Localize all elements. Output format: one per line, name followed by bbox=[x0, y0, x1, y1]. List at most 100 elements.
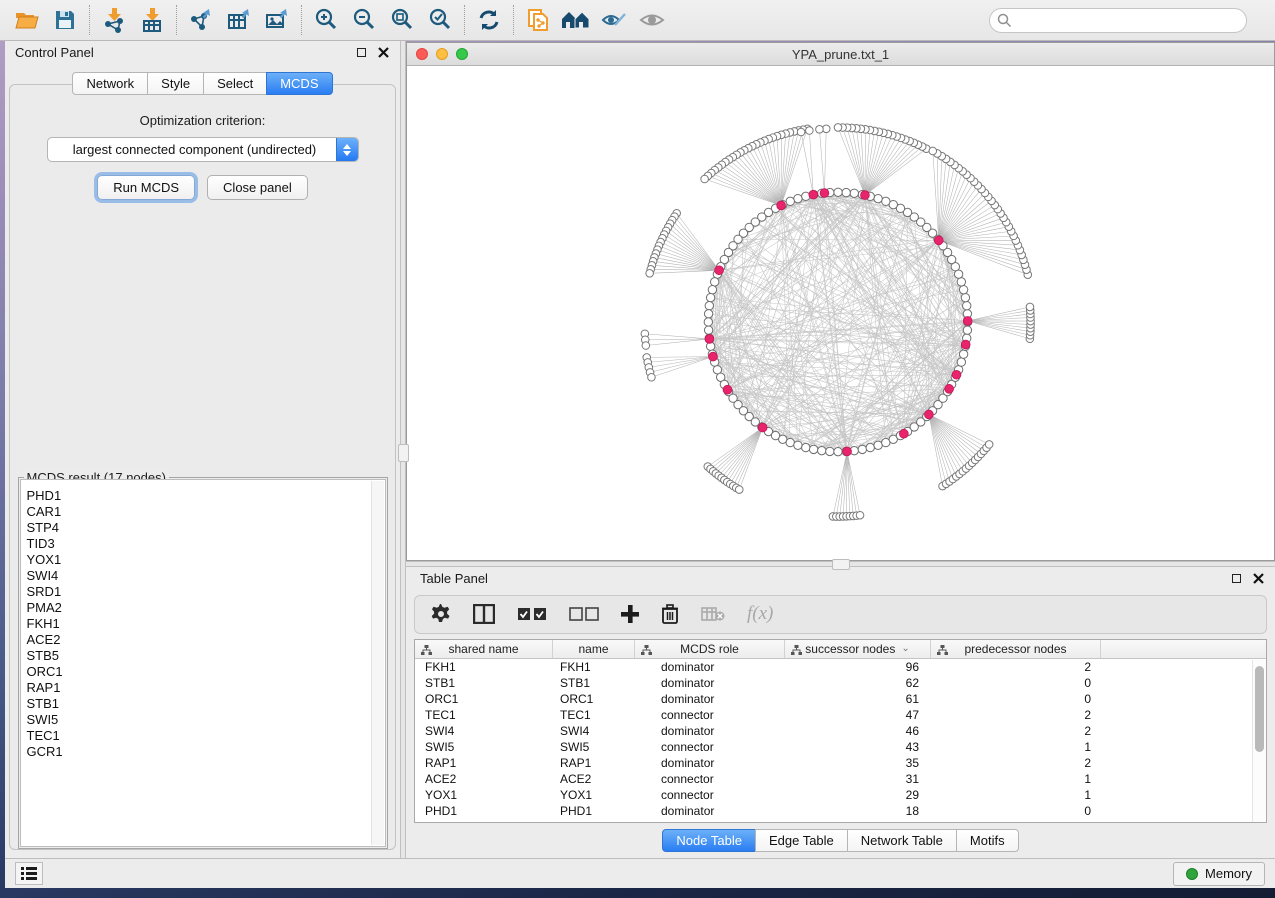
table-scrollbar-thumb[interactable] bbox=[1255, 666, 1264, 752]
import-table-button[interactable] bbox=[133, 3, 171, 37]
vertical-split-divider[interactable] bbox=[400, 41, 406, 858]
open-file-button[interactable] bbox=[8, 3, 46, 37]
float-table-panel-icon[interactable] bbox=[1230, 572, 1243, 585]
result-list-item[interactable]: STB5 bbox=[27, 648, 385, 664]
select-all-checkboxes-icon[interactable] bbox=[517, 607, 547, 621]
column-header-MCDS-role[interactable]: MCDS role bbox=[635, 640, 785, 658]
criterion-dropdown[interactable]: largest connected component (undirected) bbox=[47, 137, 359, 162]
result-list-item[interactable]: SWI4 bbox=[27, 568, 385, 584]
function-builder-icon: f(x) bbox=[747, 603, 773, 625]
table-scrollbar[interactable] bbox=[1252, 660, 1266, 822]
save-session-button[interactable] bbox=[46, 3, 84, 37]
table-row[interactable]: STB1STB1dominator620 bbox=[415, 675, 1266, 691]
result-list-item[interactable]: SRD1 bbox=[27, 584, 385, 600]
export-image-button[interactable] bbox=[258, 3, 296, 37]
tree-icon bbox=[641, 644, 652, 658]
column-label: shared name bbox=[448, 642, 518, 656]
tab-network-table[interactable]: Network Table bbox=[847, 829, 957, 852]
result-list-scrollbar[interactable] bbox=[371, 481, 384, 845]
zoom-selected-button[interactable] bbox=[421, 3, 459, 37]
column-header-shared-name[interactable]: shared name bbox=[415, 640, 553, 658]
result-list-item[interactable]: TID3 bbox=[27, 536, 385, 552]
column-header-name[interactable]: name bbox=[553, 640, 635, 658]
result-list-item[interactable]: STB1 bbox=[27, 696, 385, 712]
tab-mcds[interactable]: MCDS bbox=[266, 72, 332, 95]
toolbar-separator bbox=[176, 5, 177, 35]
apply-layout-button[interactable] bbox=[470, 3, 508, 37]
column-header-predecessor-nodes[interactable]: predecessor nodes bbox=[931, 640, 1101, 658]
close-panel-icon[interactable] bbox=[377, 46, 390, 59]
table-cell: 47 bbox=[785, 708, 931, 722]
toggle-graphics-details-button[interactable] bbox=[595, 3, 633, 37]
result-list-item[interactable]: TEC1 bbox=[27, 728, 385, 744]
result-list-item[interactable]: GCR1 bbox=[27, 744, 385, 760]
network-view-canvas[interactable] bbox=[407, 66, 1274, 560]
table-row[interactable]: SWI4SWI4dominator462 bbox=[415, 723, 1266, 739]
table-cell: 18 bbox=[785, 804, 931, 818]
table-cell: connector bbox=[635, 772, 785, 786]
tab-edge-table[interactable]: Edge Table bbox=[755, 829, 848, 852]
close-panel-button[interactable]: Close panel bbox=[207, 175, 308, 200]
tab-select[interactable]: Select bbox=[203, 72, 267, 95]
horizontal-split-divider[interactable] bbox=[406, 561, 1275, 567]
tab-motifs[interactable]: Motifs bbox=[956, 829, 1019, 852]
table-settings-gear-icon[interactable] bbox=[431, 604, 451, 624]
dropdown-stepper-icon bbox=[336, 138, 358, 161]
result-list-item[interactable]: CAR1 bbox=[27, 504, 385, 520]
tab-network[interactable]: Network bbox=[72, 72, 148, 95]
table-row[interactable]: TEC1TEC1connector472 bbox=[415, 707, 1266, 723]
table-cell: 0 bbox=[931, 692, 1101, 706]
network-window-titlebar[interactable]: YPA_prune.txt_1 bbox=[407, 43, 1274, 66]
export-network-button[interactable] bbox=[182, 3, 220, 37]
maximize-window-icon[interactable] bbox=[456, 48, 468, 60]
deselect-all-checkboxes-icon[interactable] bbox=[569, 607, 599, 621]
tab-style[interactable]: Style bbox=[147, 72, 204, 95]
result-list-item[interactable]: YOX1 bbox=[27, 552, 385, 568]
mcds-result-list[interactable]: PHD1CAR1STP4TID3YOX1SWI4SRD1PMA2FKH1ACE2… bbox=[20, 479, 386, 847]
hide-panels-button[interactable] bbox=[633, 3, 671, 37]
table-row[interactable]: YOX1YOX1connector291 bbox=[415, 787, 1266, 803]
result-list-item[interactable]: PMA2 bbox=[27, 600, 385, 616]
result-list-item[interactable]: RAP1 bbox=[27, 680, 385, 696]
table-cell: 1 bbox=[931, 788, 1101, 802]
table-row[interactable]: RAP1RAP1dominator352 bbox=[415, 755, 1266, 771]
toolbar-separator bbox=[301, 5, 302, 35]
result-list-item[interactable]: FKH1 bbox=[27, 616, 385, 632]
table-row[interactable]: FKH1FKH1dominator962 bbox=[415, 659, 1266, 675]
clone-network-button[interactable] bbox=[519, 3, 557, 37]
search-input[interactable] bbox=[989, 8, 1247, 33]
tab-node-table[interactable]: Node Table bbox=[662, 829, 756, 852]
show-all-networks-button[interactable] bbox=[557, 3, 595, 37]
table-row[interactable]: ORC1ORC1dominator610 bbox=[415, 691, 1266, 707]
table-row[interactable]: ACE2ACE2connector311 bbox=[415, 771, 1266, 787]
show-column-panel-icon[interactable] bbox=[473, 604, 495, 624]
result-list-item[interactable]: PHD1 bbox=[27, 488, 385, 504]
task-history-button[interactable] bbox=[15, 862, 43, 885]
table-cell: 35 bbox=[785, 756, 931, 770]
float-panel-icon[interactable] bbox=[355, 46, 368, 59]
minimize-window-icon[interactable] bbox=[436, 48, 448, 60]
result-list-item[interactable]: ORC1 bbox=[27, 664, 385, 680]
close-table-panel-icon[interactable] bbox=[1252, 572, 1265, 585]
export-table-button[interactable] bbox=[220, 3, 258, 37]
result-list-item[interactable]: ACE2 bbox=[27, 632, 385, 648]
import-network-button[interactable] bbox=[95, 3, 133, 37]
run-mcds-button[interactable]: Run MCDS bbox=[97, 175, 195, 200]
result-list-item[interactable]: SWI5 bbox=[27, 712, 385, 728]
column-label: successor nodes bbox=[805, 642, 895, 656]
close-window-icon[interactable] bbox=[416, 48, 428, 60]
zoom-fit-button[interactable] bbox=[383, 3, 421, 37]
zoom-in-button[interactable] bbox=[307, 3, 345, 37]
vertical-split-grip[interactable] bbox=[398, 444, 409, 462]
table-cell: 29 bbox=[785, 788, 931, 802]
result-list-item[interactable]: STP4 bbox=[27, 520, 385, 536]
table-row[interactable]: PHD1PHD1dominator180 bbox=[415, 803, 1266, 819]
memory-button[interactable]: Memory bbox=[1173, 862, 1265, 886]
add-column-icon[interactable] bbox=[621, 605, 639, 623]
table-row[interactable]: SWI5SWI5connector431 bbox=[415, 739, 1266, 755]
delete-column-icon[interactable] bbox=[661, 604, 679, 624]
list-icon bbox=[21, 867, 37, 880]
horizontal-split-grip[interactable] bbox=[832, 559, 850, 570]
zoom-out-button[interactable] bbox=[345, 3, 383, 37]
column-header-successor-nodes[interactable]: successor nodes⌄ bbox=[785, 640, 931, 658]
